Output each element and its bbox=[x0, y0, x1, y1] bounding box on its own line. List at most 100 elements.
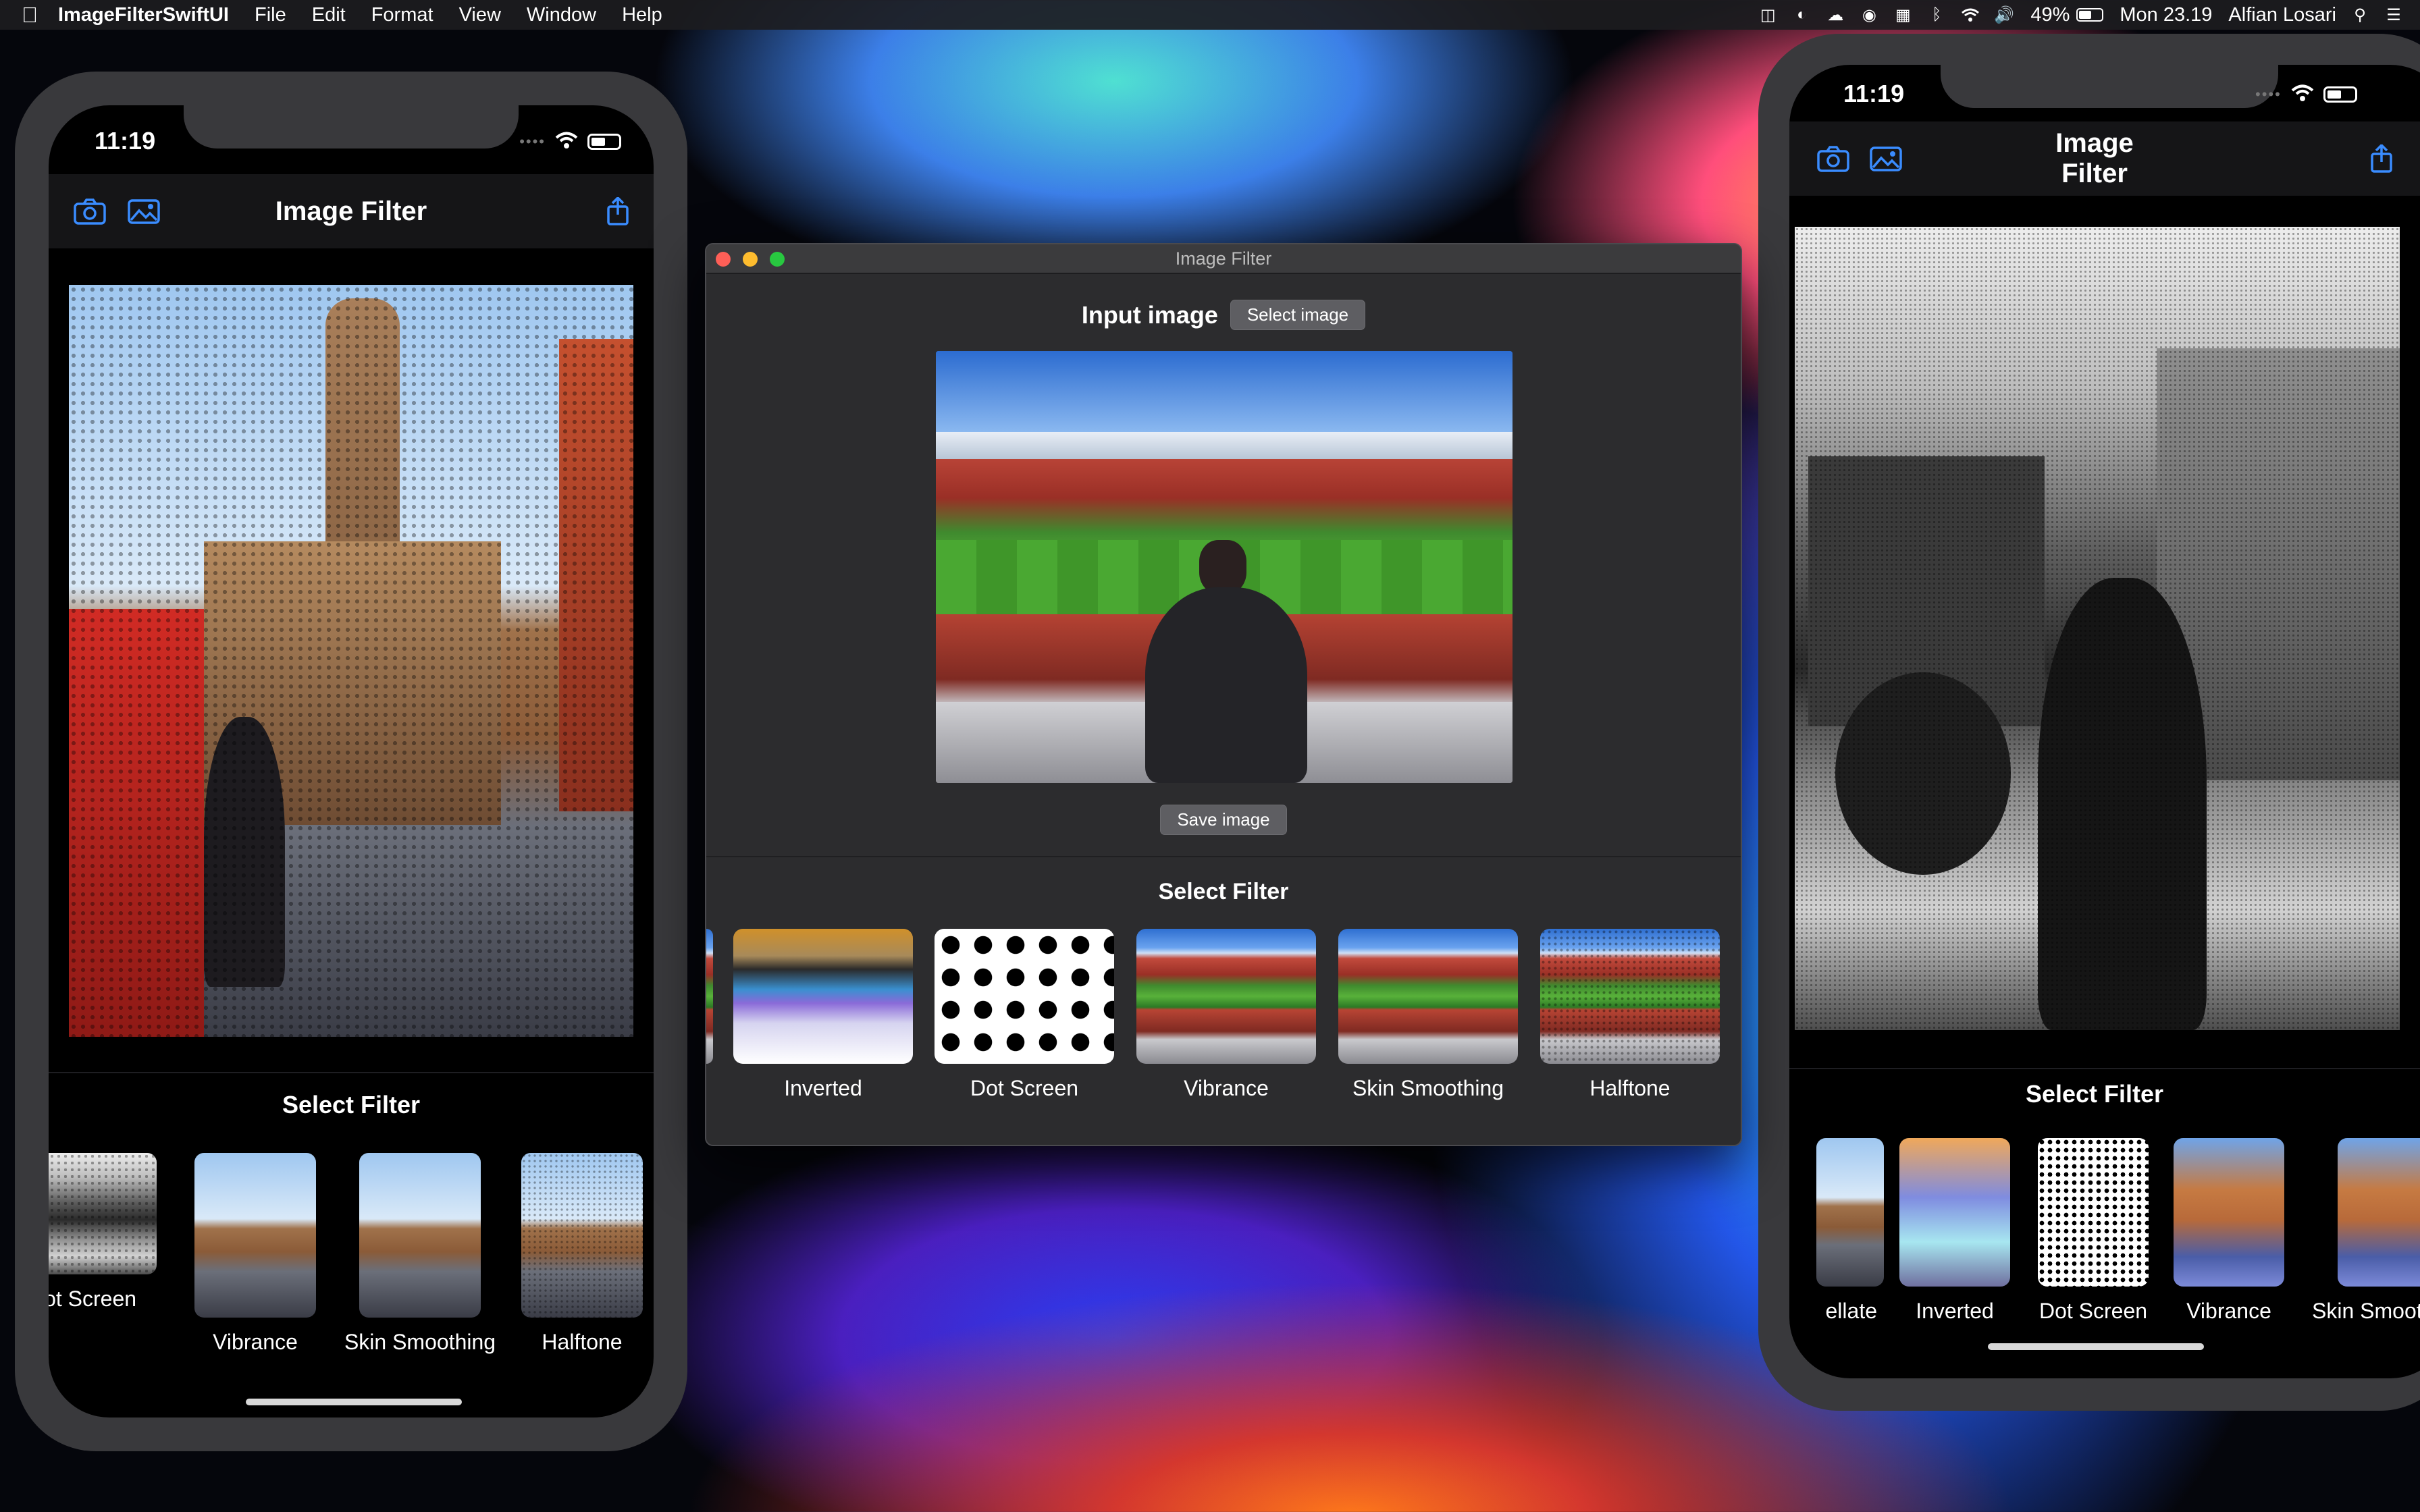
filter-thumbnail bbox=[1136, 929, 1316, 1064]
halftone-overlay bbox=[521, 1153, 643, 1318]
wifi-icon bbox=[555, 131, 578, 152]
menu-view[interactable]: View bbox=[459, 4, 501, 26]
volume-icon[interactable]: 🔊 bbox=[1994, 6, 2014, 24]
halftone-overlay bbox=[69, 285, 633, 1037]
menu-format[interactable]: Format bbox=[371, 4, 433, 26]
battery-icon bbox=[2323, 86, 2357, 103]
filter-label: Vibrance bbox=[2186, 1299, 2271, 1323]
filter-item[interactable]: Dot Screen bbox=[49, 1153, 157, 1312]
filter-thumbnail bbox=[935, 929, 1114, 1064]
battery-icon[interactable] bbox=[2076, 8, 2104, 22]
signal-icon: •••• bbox=[2255, 85, 2282, 103]
filter-label: Inverted bbox=[1916, 1299, 1994, 1323]
spotlight-icon[interactable]: ⚲ bbox=[2350, 6, 2370, 24]
filter-label: Skin Smoothing bbox=[1352, 1076, 1504, 1100]
filter-label: Dot Screen bbox=[49, 1287, 137, 1311]
filter-item-partial[interactable] bbox=[706, 929, 713, 1064]
grid-icon[interactable]: ▦ bbox=[1893, 6, 1913, 24]
status-icons: •••• bbox=[2255, 84, 2357, 105]
photo-library-icon[interactable] bbox=[1869, 144, 1903, 173]
apple-menu-icon[interactable]:  bbox=[16, 3, 43, 28]
save-image-button[interactable]: Save image bbox=[1160, 805, 1287, 835]
home-indicator[interactable] bbox=[1988, 1343, 2204, 1350]
menu-help[interactable]: Help bbox=[622, 4, 662, 26]
wifi-icon[interactable] bbox=[1960, 6, 1980, 24]
status-time: 11:19 bbox=[95, 127, 156, 155]
filter-item[interactable]: Vibrance bbox=[2165, 1138, 2293, 1324]
status-time: 11:19 bbox=[1843, 80, 1905, 107]
menu-clock[interactable]: Mon 23.19 bbox=[2120, 4, 2212, 26]
menu-window[interactable]: Window bbox=[527, 4, 596, 26]
control-center-icon[interactable]: ☰ bbox=[2384, 6, 2404, 24]
section-title: Select Filter bbox=[1158, 879, 1289, 905]
home-indicator[interactable] bbox=[246, 1399, 462, 1405]
filter-item[interactable]: Skin Smoothing bbox=[332, 1153, 508, 1355]
filter-label: Vibrance bbox=[1184, 1076, 1269, 1100]
battery-percent: 49% bbox=[2030, 3, 2070, 26]
bluetooth-icon[interactable]: ᛒ bbox=[1926, 5, 1947, 24]
menu-file[interactable]: File bbox=[255, 4, 286, 26]
filter-item[interactable]: Vibrance bbox=[181, 1153, 330, 1355]
nav-bar: Image Filter bbox=[1789, 122, 2420, 196]
storage-icon[interactable]: ◫ bbox=[1758, 6, 1778, 24]
divider bbox=[1789, 1068, 2420, 1069]
filter-label: Vibrance bbox=[213, 1330, 298, 1354]
notch bbox=[184, 105, 519, 148]
filter-strip[interactable]: ellate Inverted Dot Screen Vibrance Skin… bbox=[1789, 1138, 2420, 1341]
filter-thumbnail bbox=[2174, 1138, 2284, 1287]
camera-icon[interactable] bbox=[73, 197, 107, 225]
filter-label: Dot Screen bbox=[970, 1076, 1079, 1100]
filter-item[interactable]: Inverted bbox=[1891, 1138, 2019, 1324]
filter-strip[interactable]: Inverted Dot Screen Vibrance Skin Smooth… bbox=[706, 929, 1741, 1131]
menu-edit[interactable]: Edit bbox=[312, 4, 346, 26]
filter-item[interactable]: Skin Smoothing bbox=[1337, 929, 1519, 1101]
phone-left-screen: 11:19 •••• Image Filter Select Filter ot… bbox=[49, 105, 654, 1418]
camera-icon[interactable] bbox=[1816, 144, 1850, 173]
filter-item[interactable]: Skin Smooth bbox=[2300, 1138, 2420, 1324]
person bbox=[1145, 587, 1307, 783]
main-image bbox=[69, 285, 633, 1037]
title-bar[interactable]: Image Filter bbox=[706, 244, 1741, 274]
filter-thumbnail bbox=[733, 929, 913, 1064]
zoom-button[interactable] bbox=[770, 252, 785, 267]
ghost-icon[interactable]: ◉ bbox=[1859, 6, 1879, 24]
phone-right: 11:19 •••• Image Filter Select Filter el… bbox=[1758, 34, 2420, 1411]
share-icon[interactable] bbox=[2365, 144, 2398, 173]
section-title: Select Filter bbox=[282, 1091, 421, 1118]
filter-item[interactable]: Vibrance bbox=[1135, 929, 1317, 1101]
filter-label: ellate bbox=[1825, 1299, 1878, 1323]
menu-user[interactable]: Alfian Losari bbox=[2228, 4, 2336, 26]
filter-item[interactable]: Inverted bbox=[732, 929, 914, 1101]
filter-thumbnail bbox=[1816, 1138, 1884, 1287]
divider bbox=[706, 856, 1741, 857]
filter-label: Dot Screen bbox=[2038, 1299, 2148, 1323]
close-button[interactable] bbox=[716, 252, 731, 267]
filter-thumbnail bbox=[194, 1153, 316, 1318]
filter-thumbnail bbox=[49, 1153, 157, 1274]
filter-thumbnail bbox=[1540, 929, 1720, 1064]
phone-right-screen: 11:19 •••• Image Filter Select Filter el… bbox=[1789, 65, 2420, 1378]
filter-item[interactable]: Halftone bbox=[508, 1153, 654, 1355]
cursor-icon[interactable]: ◐ bbox=[1791, 5, 1812, 24]
halftone-overlay bbox=[1540, 929, 1720, 1064]
phone-left: 11:19 •••• Image Filter Select Filter ot… bbox=[15, 72, 687, 1451]
person-head bbox=[1199, 540, 1246, 594]
photo-library-icon[interactable] bbox=[127, 197, 161, 225]
menu-bar:  ImageFilterSwiftUI File Edit Format Vi… bbox=[0, 0, 2420, 30]
wifi-icon bbox=[2291, 84, 2314, 105]
filter-item[interactable]: Dot Screen bbox=[933, 929, 1115, 1101]
filter-strip[interactable]: Dot Screen Vibrance Skin Smoothing Halft… bbox=[49, 1153, 654, 1355]
cloud-icon[interactable]: ☁ bbox=[1825, 6, 1845, 24]
filter-thumbnail bbox=[521, 1153, 643, 1318]
filter-item[interactable]: Dot Screen bbox=[2026, 1138, 2161, 1324]
minimize-button[interactable] bbox=[743, 252, 758, 267]
filter-thumbnail bbox=[1899, 1138, 2010, 1287]
filter-item[interactable]: ellate bbox=[1789, 1138, 1884, 1324]
select-image-button[interactable]: Select image bbox=[1230, 300, 1366, 330]
menu-app-name[interactable]: ImageFilterSwiftUI bbox=[58, 4, 229, 26]
filter-item[interactable]: Halftone bbox=[1539, 929, 1721, 1101]
signal-icon: •••• bbox=[519, 132, 546, 150]
share-icon[interactable] bbox=[601, 197, 635, 225]
filter-label: Halftone bbox=[542, 1330, 623, 1354]
window-title: Image Filter bbox=[1175, 248, 1272, 269]
